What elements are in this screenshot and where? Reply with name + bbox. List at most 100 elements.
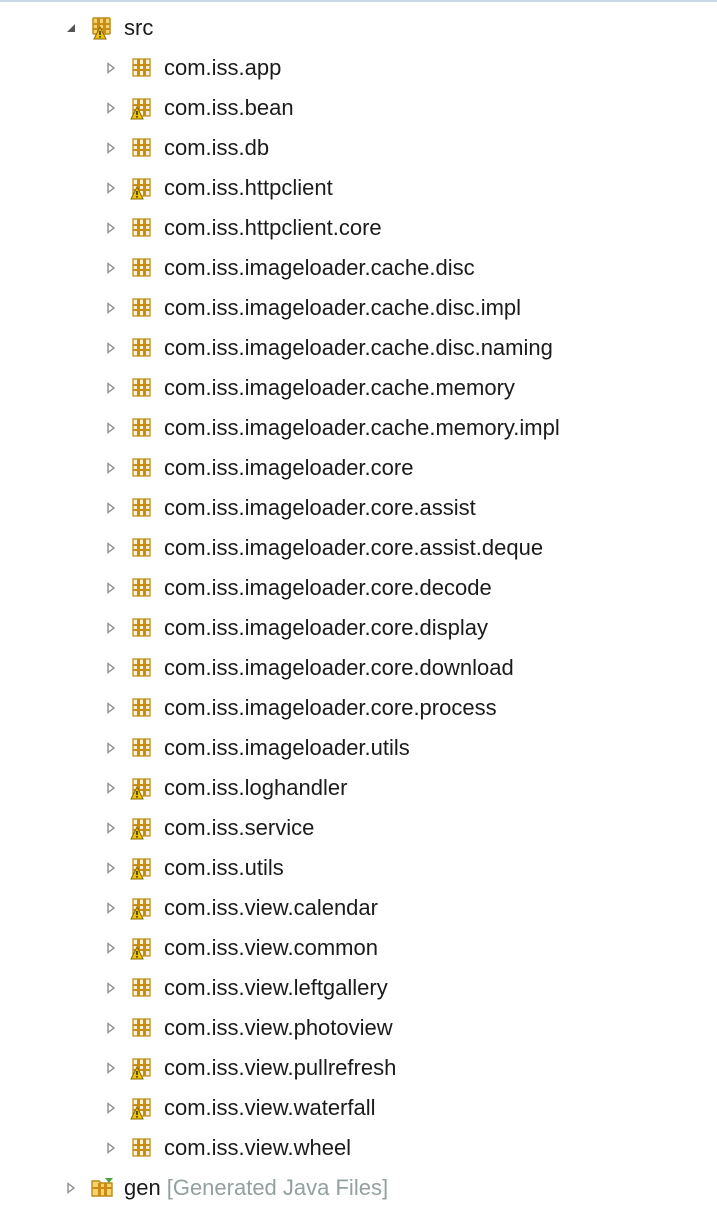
package-row[interactable]: com.iss.view.wheel: [0, 1128, 717, 1168]
collapsed-triangle-icon[interactable]: [100, 257, 122, 279]
package-row[interactable]: com.iss.imageloader.cache.memory.impl: [0, 408, 717, 448]
collapsed-triangle-icon[interactable]: [100, 1017, 122, 1039]
collapsed-triangle-icon[interactable]: [100, 537, 122, 559]
package-row[interactable]: com.iss.service: [0, 808, 717, 848]
package-row[interactable]: com.iss.app: [0, 48, 717, 88]
package-icon: [130, 736, 154, 760]
package-row[interactable]: com.iss.imageloader.cache.memory: [0, 368, 717, 408]
package-icon: [130, 416, 154, 440]
package-icon: [130, 696, 154, 720]
package-row[interactable]: com.iss.db: [0, 128, 717, 168]
source-folder-warning-icon: [90, 16, 116, 40]
collapsed-triangle-icon[interactable]: [100, 177, 122, 199]
package-row[interactable]: com.iss.view.pullrefresh: [0, 1048, 717, 1088]
package-row[interactable]: com.iss.imageloader.cache.disc.naming: [0, 328, 717, 368]
collapsed-triangle-icon[interactable]: [100, 457, 122, 479]
generated-source-folder-icon: [90, 1176, 116, 1200]
package-label: com.iss.imageloader.cache.disc.naming: [164, 335, 553, 360]
package-label: com.iss.view.pullrefresh: [164, 1055, 397, 1080]
package-row[interactable]: com.iss.bean: [0, 88, 717, 128]
collapsed-triangle-icon[interactable]: [100, 697, 122, 719]
collapsed-triangle-icon[interactable]: [100, 897, 122, 919]
collapsed-triangle-icon[interactable]: [100, 137, 122, 159]
package-row[interactable]: com.iss.view.calendar: [0, 888, 717, 928]
package-label: com.iss.view.waterfall: [164, 1095, 376, 1120]
package-icon: [130, 256, 154, 280]
package-row[interactable]: com.iss.imageloader.core.assist: [0, 488, 717, 528]
package-label: com.iss.loghandler: [164, 775, 348, 800]
package-row[interactable]: com.iss.imageloader.core.download: [0, 648, 717, 688]
collapsed-triangle-icon[interactable]: [100, 337, 122, 359]
package-icon: [130, 536, 154, 560]
package-row[interactable]: com.iss.utils: [0, 848, 717, 888]
collapsed-triangle-icon[interactable]: [100, 57, 122, 79]
collapsed-triangle-icon[interactable]: [100, 1097, 122, 1119]
package-row[interactable]: com.iss.view.common: [0, 928, 717, 968]
package-icon: [130, 1016, 154, 1040]
package-label: com.iss.service: [164, 815, 315, 840]
collapsed-triangle-icon[interactable]: [100, 657, 122, 679]
collapsed-triangle-icon[interactable]: [100, 937, 122, 959]
package-row[interactable]: com.iss.loghandler: [0, 768, 717, 808]
package-label: com.iss.view.leftgallery: [164, 975, 388, 1000]
collapsed-triangle-icon[interactable]: [100, 777, 122, 799]
package-label: com.iss.bean: [164, 95, 294, 120]
package-label: com.iss.imageloader.cache.memory.impl: [164, 415, 560, 440]
package-row[interactable]: com.iss.view.photoview: [0, 1008, 717, 1048]
package-label: com.iss.imageloader.core.assist.deque: [164, 535, 544, 560]
package-row[interactable]: com.iss.imageloader.core.assist.deque: [0, 528, 717, 568]
expanded-triangle-icon[interactable]: [60, 17, 82, 39]
package-row[interactable]: com.iss.httpclient.core: [0, 208, 717, 248]
package-row[interactable]: com.iss.view.leftgallery: [0, 968, 717, 1008]
package-warning-icon: [130, 816, 154, 840]
package-warning-icon: [130, 96, 154, 120]
gen-folder-row[interactable]: gen [Generated Java Files]: [0, 1168, 717, 1208]
package-row[interactable]: com.iss.imageloader.core.display: [0, 608, 717, 648]
package-label: com.iss.imageloader.cache.disc: [164, 255, 475, 280]
package-warning-icon: [130, 1056, 154, 1080]
package-warning-icon: [130, 936, 154, 960]
collapsed-triangle-icon[interactable]: [100, 1137, 122, 1159]
package-label: com.iss.imageloader.core.process: [164, 695, 497, 720]
src-folder-row[interactable]: src: [0, 8, 717, 48]
package-warning-icon: [130, 856, 154, 880]
package-label: com.iss.view.calendar: [164, 895, 378, 920]
collapsed-triangle-icon[interactable]: [100, 97, 122, 119]
package-row[interactable]: com.iss.imageloader.core: [0, 448, 717, 488]
package-tree: src com.iss.app com.iss.bean com.iss.db …: [0, 8, 717, 1208]
gen-folder-label: gen: [124, 1175, 161, 1200]
collapsed-triangle-icon[interactable]: [100, 417, 122, 439]
package-row[interactable]: com.iss.imageloader.cache.disc.impl: [0, 288, 717, 328]
package-list: com.iss.app com.iss.bean com.iss.db com.…: [0, 48, 717, 1168]
package-warning-icon: [130, 1096, 154, 1120]
collapsed-triangle-icon[interactable]: [100, 497, 122, 519]
collapsed-triangle-icon[interactable]: [100, 737, 122, 759]
collapsed-triangle-icon[interactable]: [100, 217, 122, 239]
package-row[interactable]: com.iss.imageloader.cache.disc: [0, 248, 717, 288]
package-warning-icon: [130, 776, 154, 800]
collapsed-triangle-icon[interactable]: [100, 817, 122, 839]
package-explorer-tree-panel: src com.iss.app com.iss.bean com.iss.db …: [0, 0, 717, 1209]
package-row[interactable]: com.iss.imageloader.utils: [0, 728, 717, 768]
package-icon: [130, 576, 154, 600]
package-label: com.iss.imageloader.cache.memory: [164, 375, 515, 400]
collapsed-triangle-icon[interactable]: [100, 977, 122, 999]
package-icon: [130, 616, 154, 640]
package-row[interactable]: com.iss.httpclient: [0, 168, 717, 208]
package-icon: [130, 976, 154, 1000]
package-label: com.iss.httpclient.core: [164, 215, 382, 240]
package-row[interactable]: com.iss.imageloader.core.decode: [0, 568, 717, 608]
collapsed-triangle-icon[interactable]: [100, 377, 122, 399]
collapsed-triangle-icon[interactable]: [100, 577, 122, 599]
collapsed-triangle-icon[interactable]: [60, 1177, 82, 1199]
package-row[interactable]: com.iss.view.waterfall: [0, 1088, 717, 1128]
collapsed-triangle-icon[interactable]: [100, 617, 122, 639]
collapsed-triangle-icon[interactable]: [100, 857, 122, 879]
package-icon: [130, 56, 154, 80]
collapsed-triangle-icon[interactable]: [100, 297, 122, 319]
package-icon: [130, 496, 154, 520]
package-icon: [130, 296, 154, 320]
collapsed-triangle-icon[interactable]: [100, 1057, 122, 1079]
package-label: com.iss.view.common: [164, 935, 378, 960]
package-row[interactable]: com.iss.imageloader.core.process: [0, 688, 717, 728]
